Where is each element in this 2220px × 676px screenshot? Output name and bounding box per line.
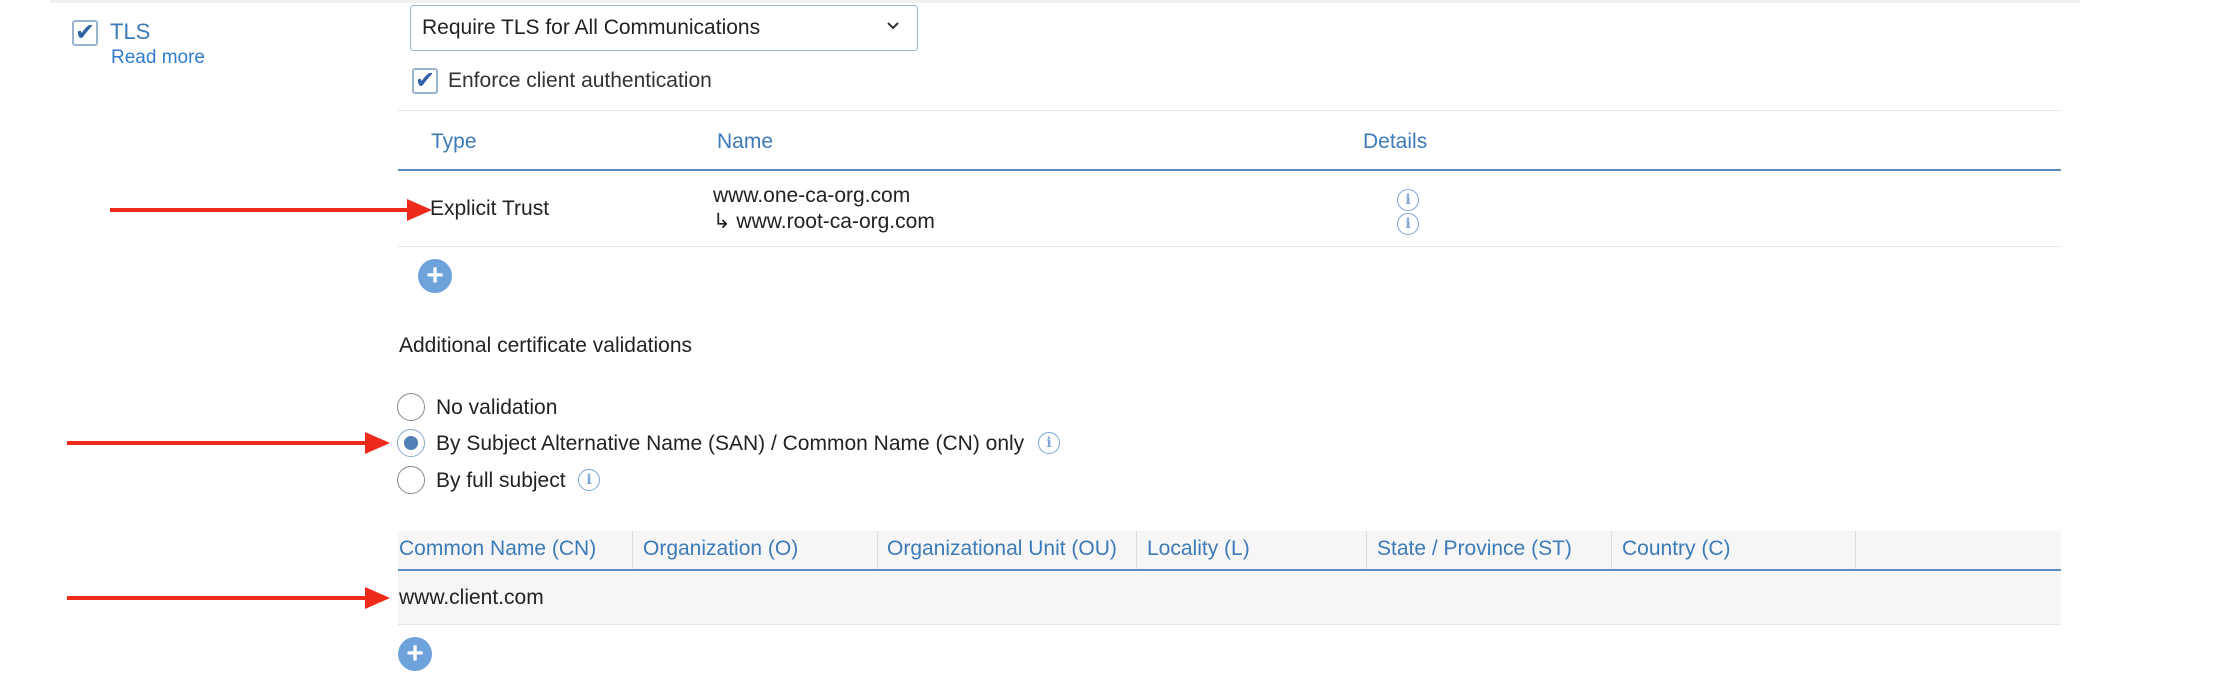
annotation-arrows	[67, 199, 432, 609]
annotation-arrow	[67, 432, 390, 454]
annotation-arrow	[67, 587, 390, 609]
annotation-arrow	[110, 199, 432, 221]
